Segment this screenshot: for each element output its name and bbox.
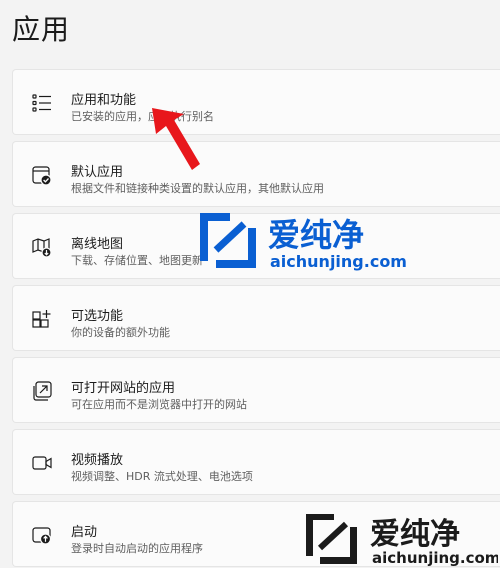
settings-item-default-apps[interactable]: 默认应用 根据文件和链接种类设置的默认应用，其他默认应用 — [12, 141, 500, 207]
video-playback-icon — [31, 452, 53, 474]
watermark-brand: 爱纯净 — [370, 517, 460, 552]
startup-icon — [31, 524, 53, 546]
watermark-url: aichunjing.com — [372, 549, 498, 567]
item-title: 启动 — [71, 525, 98, 540]
optional-features-icon — [31, 308, 53, 330]
item-description: 可在应用而不是浏览器中打开的网站 — [71, 398, 247, 411]
item-description: 视频调整、HDR 流式处理、电池选项 — [71, 470, 253, 483]
settings-item-video-playback[interactable]: 视频播放 视频调整、HDR 流式处理、电池选项 — [12, 429, 500, 495]
item-title: 默认应用 — [71, 165, 124, 180]
offline-maps-icon — [31, 236, 53, 258]
settings-item-optional-features[interactable]: 可选功能 你的设备的额外功能 — [12, 285, 500, 351]
red-arrow-annotation — [152, 108, 200, 170]
item-title: 视频播放 — [71, 453, 124, 468]
watermark-logo: 爱纯净 aichunjing.com — [200, 213, 406, 271]
settings-item-apps-features[interactable]: 应用和功能 已安装的应用，应用执行别名 — [12, 69, 500, 135]
item-description: 登录时自动启动的应用程序 — [71, 542, 203, 555]
apps-for-websites-icon — [31, 380, 53, 402]
item-title: 应用和功能 — [71, 93, 137, 108]
item-description: 根据文件和链接种类设置的默认应用，其他默认应用 — [71, 182, 324, 195]
red-arrow-shape — [152, 108, 200, 170]
default-apps-icon — [31, 164, 53, 186]
settings-item-apps-for-websites[interactable]: 可打开网站的应用 可在应用而不是浏览器中打开的网站 — [12, 357, 500, 423]
apps-list-icon — [31, 92, 53, 114]
watermark-logo: 爱纯净 aichunjing.com — [306, 514, 498, 567]
watermark-url: aichunjing.com — [270, 252, 406, 271]
item-title: 可选功能 — [71, 309, 124, 324]
item-description: 你的设备的额外功能 — [71, 326, 170, 339]
item-title: 可打开网站的应用 — [71, 381, 176, 396]
item-title: 离线地图 — [71, 237, 124, 252]
page-title: 应用 — [12, 13, 71, 46]
watermark-brand: 爱纯净 — [268, 216, 364, 254]
item-description: 下载、存储位置、地图更新 — [71, 254, 203, 267]
